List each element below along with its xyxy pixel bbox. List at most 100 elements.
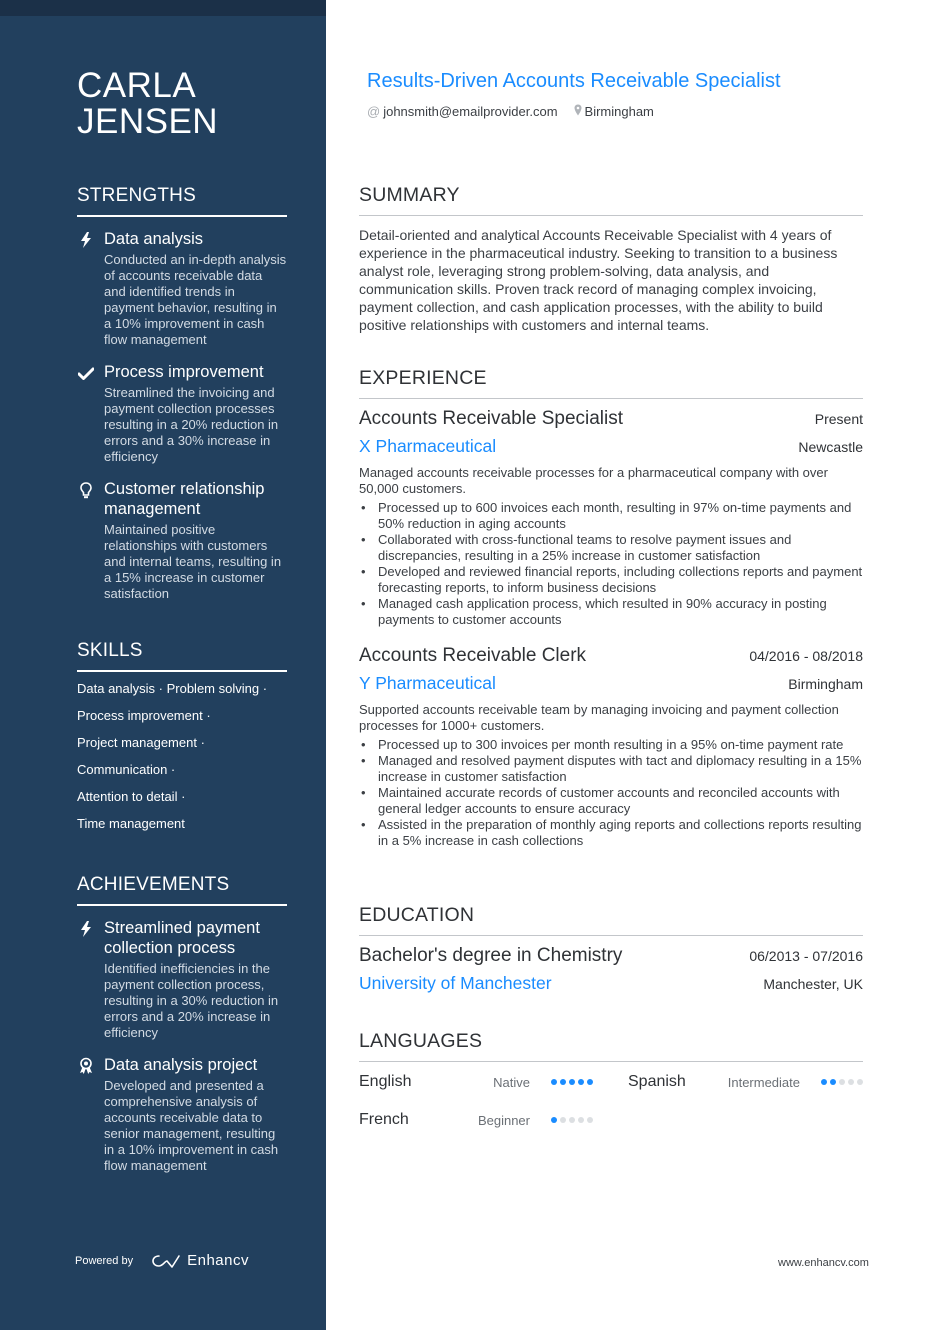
job-company: Y Pharmaceutical (359, 673, 496, 693)
email[interactable]: johnsmith@emailprovider.com (383, 104, 557, 119)
skill-line: Attention to detail · (77, 789, 186, 804)
powered-by-label: Powered by (75, 1254, 134, 1267)
language-item: English Native (359, 1072, 593, 1092)
candidate-name: CARLA JENSEN (77, 68, 287, 140)
job-role: Accounts Receivable Clerk (359, 645, 587, 666)
languages-grid: English Native Spanish Intermediate Fren… (359, 1072, 863, 1130)
at-icon: @ (367, 104, 381, 119)
job-description: Managed accounts receivable processes fo… (359, 465, 828, 496)
job-company: X Pharmaceutical (359, 436, 497, 456)
job-bullet: Managed and resolved payment disputes wi… (359, 753, 863, 785)
skill-line: Project management · (77, 735, 205, 750)
education-section: EDUCATION Bachelor's degree in Chemistry… (359, 904, 863, 995)
powered-by: Powered by Enhancv (75, 1252, 249, 1269)
strength-desc: Streamlined the invoicing and payment co… (104, 385, 279, 464)
language-level: Native (493, 1074, 530, 1090)
job-role: Accounts Receivable Specialist (359, 408, 624, 429)
enhancv-brand: Enhancv (187, 1252, 249, 1269)
achievement-title: Data analysis project (104, 1056, 258, 1074)
job-bullet: Processed up to 300 invoices per month r… (359, 737, 863, 753)
job-date: Present (814, 411, 863, 427)
education-date: 06/2013 - 07/2016 (749, 948, 863, 964)
achievement-title: Streamlined payment collection process (104, 919, 260, 957)
strengths-section: STRENGTHS Data analysis Conducted an in-… (77, 185, 287, 602)
job-bullet: Assisted in the preparation of monthly a… (359, 817, 863, 849)
strength-title: Data analysis (104, 230, 204, 248)
experience-title: EXPERIENCE (359, 367, 863, 399)
rating-dot-empty (587, 1117, 593, 1123)
rating-dot-filled (578, 1079, 584, 1085)
language-level: Intermediate (727, 1074, 800, 1090)
summary-section: SUMMARY Detail-oriented and analytical A… (359, 184, 863, 334)
job-bullet: Maintained accurate records of customer … (359, 785, 863, 817)
strength-item: Customer relationship management Maintai… (77, 479, 287, 602)
rating-dot-filled (560, 1079, 566, 1085)
map-pin-icon (574, 104, 582, 119)
sidebar-top-band (0, 0, 326, 16)
job-entry: Accounts Receivable Clerk 04/2016 - 08/2… (359, 644, 863, 849)
languages-section: LANGUAGES English Native Spanish Interme… (359, 1030, 863, 1130)
achievements-title: ACHIEVEMENTS (77, 874, 287, 906)
language-item: Spanish Intermediate (593, 1072, 863, 1092)
languages-title: LANGUAGES (359, 1030, 863, 1062)
name-first: CARLA (77, 66, 197, 105)
language-level: Beginner (477, 1112, 530, 1128)
achievement-item: Data analysis project Developed and pres… (77, 1055, 287, 1174)
job-bullet: Processed up to 600 invoices each month,… (359, 500, 863, 532)
strength-title: Customer relationship management (104, 480, 265, 518)
job-location: Birmingham (788, 676, 863, 692)
strength-item: Data analysis Conducted an in-depth anal… (77, 229, 287, 348)
summary-title: SUMMARY (359, 184, 863, 216)
job-entry: Accounts Receivable Specialist Present X… (359, 407, 863, 628)
checkmark-icon (77, 364, 95, 382)
lightbulb-icon (77, 481, 95, 499)
job-bullet: Developed and reviewed financial reports… (359, 564, 863, 596)
language-name: French (359, 1111, 409, 1128)
job-bullet: Collaborated with cross-functional teams… (359, 532, 863, 564)
sidebar: CARLA JENSEN STRENGTHS Data analysis Con… (0, 0, 326, 1330)
education-title: EDUCATION (359, 904, 863, 936)
skill-line: Communication · (77, 762, 176, 777)
rating-dot-empty (848, 1079, 854, 1085)
headline: Results-Driven Accounts Receivable Speci… (367, 70, 781, 92)
enhancv-logo[interactable]: Enhancv (151, 1252, 249, 1269)
footer-url[interactable]: www.enhancv.com (778, 1257, 869, 1269)
education-location: Manchester, UK (763, 976, 863, 992)
job-description: Supported accounts receivable team by ma… (359, 702, 839, 733)
rating-dot-empty (560, 1117, 566, 1123)
language-name: English (359, 1073, 412, 1090)
contact-info: @ johnsmith@emailprovider.com Birmingham (367, 104, 654, 119)
location: Birmingham (584, 104, 654, 119)
rating-dot-filled (551, 1117, 557, 1123)
school: University of Manchester (359, 973, 552, 993)
job-date: 04/2016 - 08/2018 (749, 648, 863, 664)
job-bullets: Processed up to 600 invoices each month,… (359, 500, 863, 628)
achievement-desc: Identified inefficiencies in the payment… (104, 961, 279, 1040)
rating-dot-filled (830, 1079, 836, 1085)
experience-section: EXPERIENCE Accounts Receivable Specialis… (359, 367, 863, 849)
job-bullets: Processed up to 300 invoices per month r… (359, 737, 863, 849)
achievement-item: Streamlined payment collection process I… (77, 918, 287, 1041)
strength-desc: Maintained positive relationships with c… (104, 522, 282, 601)
strength-title: Process improvement (104, 363, 264, 381)
skill-line: Data analysis · Problem solving · (77, 681, 268, 696)
rating-dot-filled (821, 1079, 827, 1085)
skills-title: SKILLS (77, 640, 287, 672)
achievement-desc: Developed and presented a comprehensive … (104, 1078, 279, 1173)
job-bullet: Managed cash application process, which … (359, 596, 863, 628)
language-item: French Beginner (359, 1110, 593, 1130)
language-rating (551, 1117, 593, 1123)
summary-text: Detail-oriented and analytical Accounts … (359, 227, 838, 333)
job-location: Newcastle (798, 439, 863, 455)
skill-line: Process improvement · (77, 708, 211, 723)
achievements-section: ACHIEVEMENTS Streamlined payment collect… (77, 874, 287, 1174)
language-name: Spanish (628, 1073, 686, 1090)
lightning-icon (77, 231, 95, 249)
strength-desc: Conducted an in-depth analysis of accoun… (104, 252, 287, 347)
enhancv-logo-icon (152, 1254, 180, 1268)
rating-dot-empty (578, 1117, 584, 1123)
skills-list: Data analysis · Problem solving · Proces… (77, 681, 287, 832)
name-last: JENSEN (77, 102, 219, 141)
language-rating (551, 1079, 593, 1085)
degree: Bachelor's degree in Chemistry (359, 945, 623, 966)
